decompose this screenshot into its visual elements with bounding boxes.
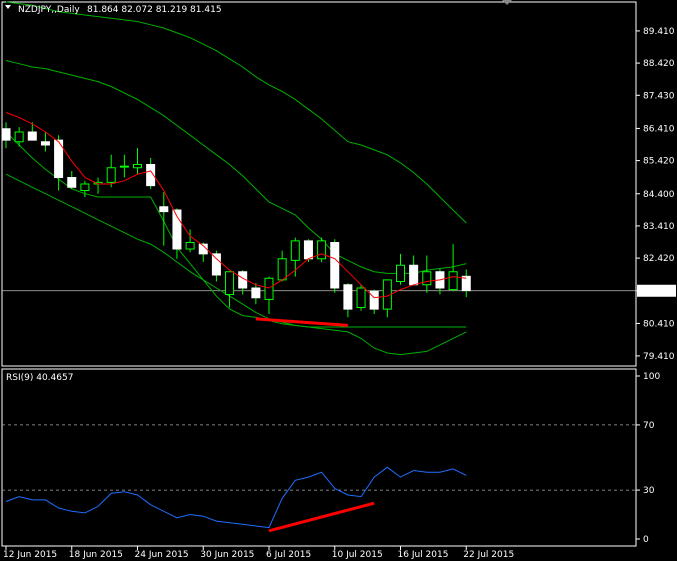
candle-body-bull: [396, 264, 405, 282]
price-tick-label: 82.420: [643, 254, 675, 264]
candle[interactable]: [185, 229, 195, 253]
date-tick-label: 12 Jun 2015: [3, 550, 57, 560]
candle-body-bull: [290, 240, 300, 261]
candle-body-bull: [106, 167, 116, 183]
envelope-upper-line: [5, 60, 467, 274]
rsi-trendline-annotation[interactable]: [268, 501, 375, 533]
rsi-panel-frame: [1, 368, 637, 547]
candle-body-bear: [303, 240, 313, 260]
candle[interactable]: [317, 237, 327, 262]
candle-body-bear: [251, 287, 261, 299]
candle-body-bear: [27, 131, 37, 141]
candle[interactable]: [277, 250, 287, 282]
price-panel[interactable]: [1, 1, 637, 367]
price-tick-label: 79.410: [643, 352, 675, 362]
date-tick-label: 24 Jun 2015: [135, 550, 189, 560]
candle[interactable]: [330, 239, 340, 293]
candle[interactable]: [409, 255, 419, 286]
price-tick-label: 88.420: [643, 59, 675, 69]
candle-body-bull: [264, 277, 274, 300]
candle-body-bull: [119, 165, 129, 168]
candle-body-bull: [277, 258, 287, 281]
candle-body-bear: [211, 253, 221, 276]
rsi-tick-label: 70: [643, 421, 655, 431]
price-tick-label: 83.410: [643, 222, 675, 232]
rsi-title: RSI(9) 40.4657: [6, 373, 73, 383]
candle[interactable]: [27, 122, 37, 141]
candle-body-bull: [317, 240, 327, 260]
ohlc-readout: 81.864 82.072 81.219 81.415: [87, 5, 222, 15]
price-tick-label: 80.410: [643, 319, 675, 329]
envelope-mid-line: [5, 173, 467, 328]
candle[interactable]: [369, 289, 379, 314]
candle[interactable]: [14, 127, 24, 147]
candle[interactable]: [146, 158, 156, 189]
rsi-tick-label: 0: [643, 535, 649, 545]
candle[interactable]: [264, 276, 274, 314]
candle-body-bear: [409, 264, 419, 286]
candle[interactable]: [225, 271, 235, 308]
price-tick-label: 84.400: [643, 190, 675, 200]
candle[interactable]: [251, 283, 261, 305]
candle[interactable]: [93, 177, 103, 194]
candle-body-bear: [369, 290, 379, 310]
rsi-tick-label: 30: [643, 486, 655, 496]
date-tick-label: 30 Jun 2015: [200, 550, 254, 560]
candle-body-bull: [80, 183, 90, 191]
candle[interactable]: [67, 171, 77, 189]
price-tick-label: 85.420: [643, 157, 675, 167]
candle-body-bear: [1, 128, 11, 141]
candle[interactable]: [290, 237, 300, 277]
price-trendline-annotation[interactable]: [255, 317, 349, 327]
candle-body-bear: [40, 141, 50, 146]
date-tick-label: 22 Jul 2015: [463, 550, 514, 560]
candle[interactable]: [119, 154, 129, 178]
price-tick-label: 86.410: [643, 124, 675, 134]
candle-body-bear: [159, 206, 169, 213]
candle-body-bull: [14, 131, 24, 143]
price-tick-label: 81.415: [643, 287, 675, 297]
rsi-tick-label: 100: [643, 372, 660, 382]
axis-layer: 89.410 88.420 87.430 86.410 85.420 84.400 83.4…: [3, 27, 676, 560]
collapse-arrow-icon[interactable]: [5, 5, 11, 9]
candle[interactable]: [461, 269, 471, 298]
chart-title: NZDJPY,,Daily: [18, 5, 80, 15]
candle-body-bull: [185, 242, 195, 250]
candle[interactable]: [382, 279, 392, 318]
candle[interactable]: [1, 122, 11, 149]
candle-body-bull: [356, 287, 366, 308]
chart-canvas[interactable]: 89.410 88.420 87.430 86.410 85.420 84.400 83.4…: [0, 0, 677, 561]
candle[interactable]: [106, 154, 116, 188]
candle-body-bull: [225, 271, 235, 295]
candle-body-bull: [133, 164, 142, 169]
candle[interactable]: [396, 253, 405, 285]
price-tick-label: 87.430: [643, 91, 675, 101]
rsi-line: [5, 466, 467, 529]
candle-body-bear: [343, 284, 353, 310]
date-tick-label: 16 Jul 2015: [398, 550, 449, 560]
candle-body-bear: [67, 177, 77, 188]
date-tick-label: 10 Jul 2015: [332, 550, 383, 560]
candle[interactable]: [133, 148, 142, 175]
candle[interactable]: [356, 284, 366, 311]
rsi-panel[interactable]: [1, 368, 637, 547]
candle-body-bull: [448, 271, 458, 291]
candle[interactable]: [40, 132, 50, 152]
date-tick-label: 6 Jul 2015: [266, 550, 311, 560]
candle[interactable]: [159, 192, 169, 246]
price-tick-label: 89.410: [643, 27, 675, 37]
candle[interactable]: [343, 283, 353, 318]
candle[interactable]: [422, 255, 432, 293]
candle-body-bull: [422, 271, 432, 286]
date-tick-label: 18 Jun 2015: [69, 550, 123, 560]
candle-body-bear: [330, 242, 340, 289]
candle[interactable]: [54, 135, 64, 191]
